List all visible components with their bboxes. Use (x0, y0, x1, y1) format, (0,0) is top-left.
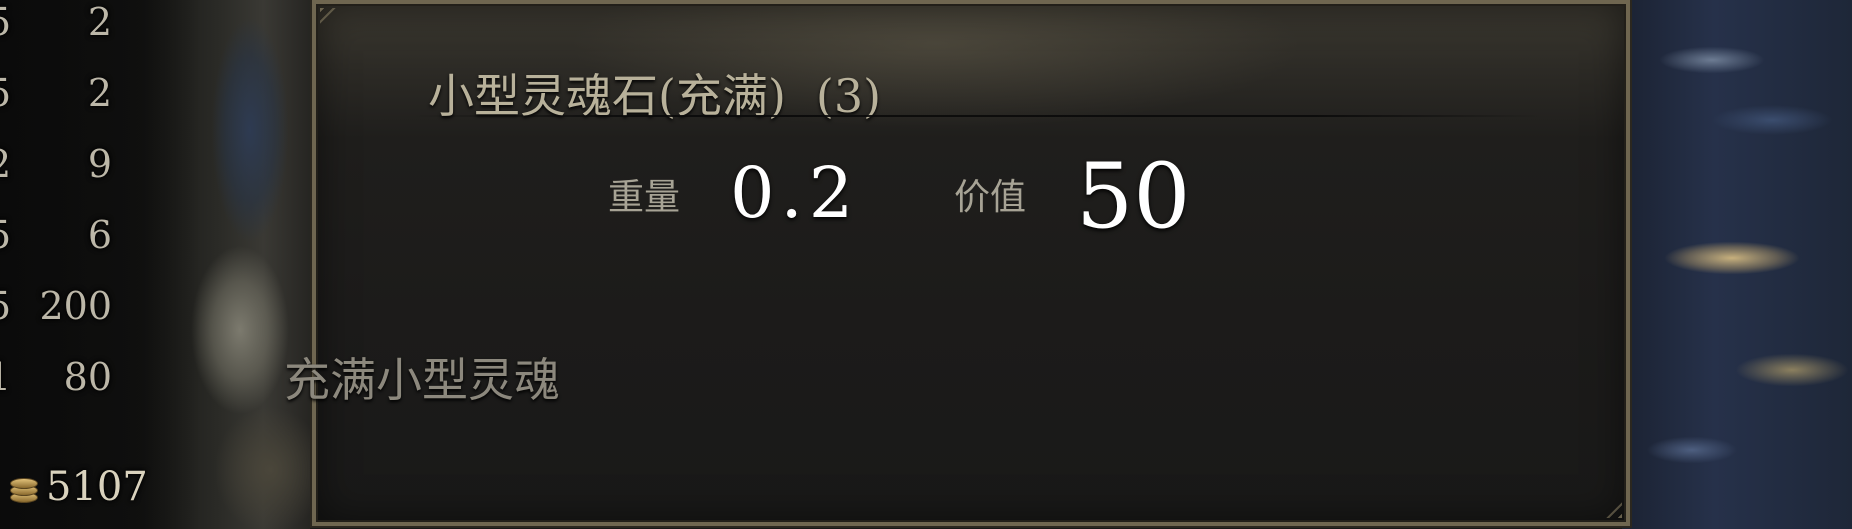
inventory-row-value: 200 (39, 284, 112, 328)
coin-stack-icon (8, 470, 38, 504)
title-divider (412, 115, 1542, 117)
scenery-background-right (1622, 0, 1852, 529)
value-label: 价值 (954, 177, 1027, 218)
item-tooltip-panel: 小型灵魂石(充满) (3) 重量 0.2 价值 50 充满小型灵魂 (284, 0, 1632, 528)
gold-amount: 5107 (46, 464, 148, 510)
inventory-row-value: 6 (87, 213, 112, 257)
item-description: 充满小型灵魂 (284, 353, 560, 407)
inventory-row-weight: 5 (0, 213, 11, 257)
inventory-row-value: 2 (87, 71, 112, 115)
inventory-row[interactable]: 1 80 (0, 355, 130, 415)
panel-corner-ornament (1578, 474, 1622, 518)
inventory-row-weight: 5 (0, 0, 11, 44)
weight-label: 重量 (608, 177, 681, 218)
inventory-row-weight: 5 (0, 284, 11, 328)
inventory-row[interactable]: 5 2 (0, 71, 130, 131)
inventory-row[interactable]: 2 9 (0, 142, 130, 202)
inventory-row[interactable]: 5 2 (0, 0, 130, 60)
inventory-row-weight: 2 (0, 142, 11, 186)
inventory-row-value: 2 (87, 0, 112, 44)
inventory-row-value: 9 (87, 142, 112, 186)
inventory-row[interactable]: 5 200 (0, 284, 130, 344)
inventory-row[interactable]: 5 6 (0, 213, 130, 273)
weight-value: 0.2 (730, 152, 860, 234)
value-value: 50 (1076, 144, 1191, 249)
panel-corner-ornament (320, 8, 364, 52)
inventory-row-weight: 5 (0, 71, 11, 115)
inventory-row-weight: 1 (0, 355, 11, 399)
inventory-row-value: 80 (63, 355, 112, 399)
gold-counter: 5107 (8, 462, 148, 512)
